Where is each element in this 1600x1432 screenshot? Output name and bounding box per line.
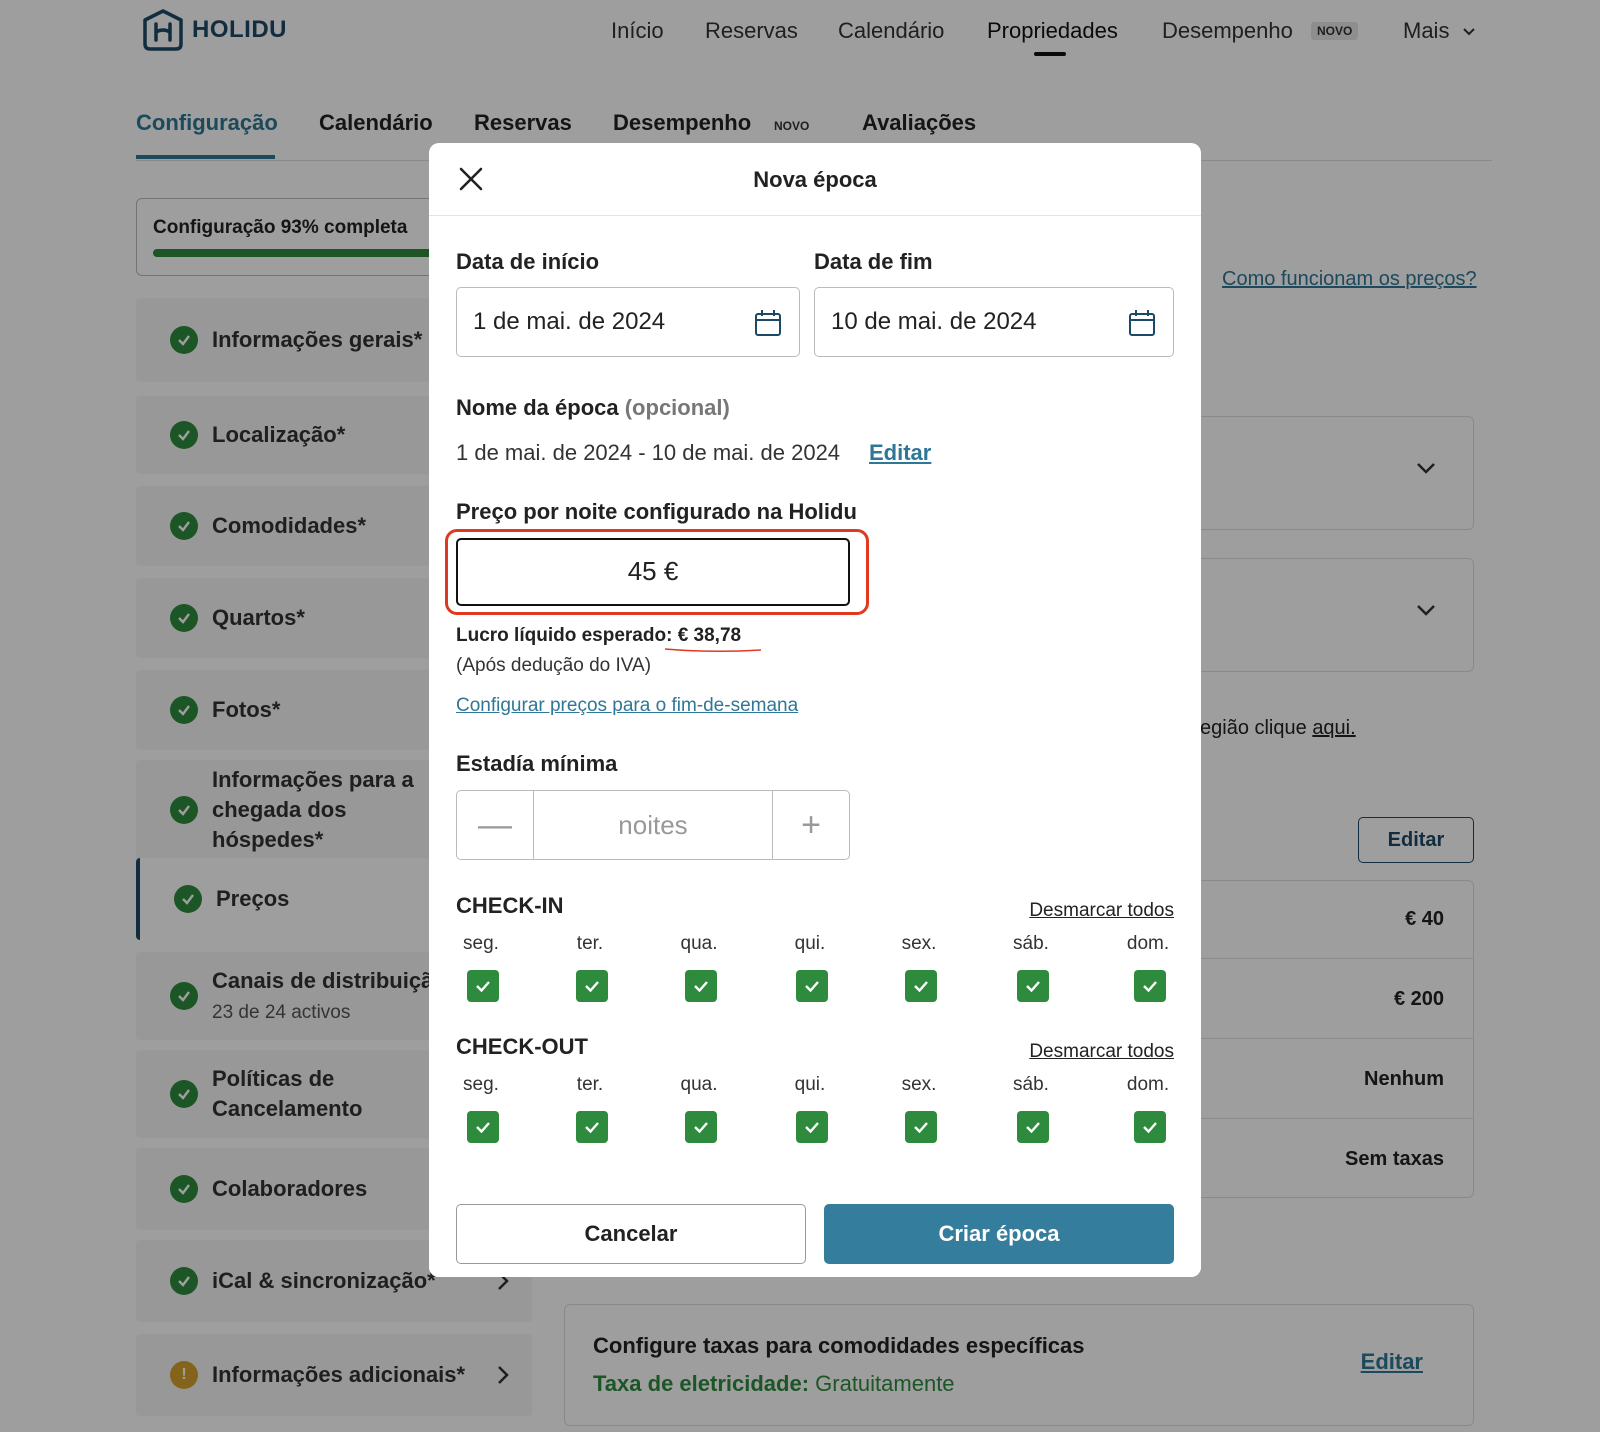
checkin-day-label: qua. (680, 933, 718, 954)
checkmark-icon (914, 1122, 928, 1134)
checkout-uncheck-all-link[interactable]: Desmarcar todos (1029, 1041, 1174, 1063)
checkin-day-label: ter. (576, 933, 604, 954)
checkout-day-checkbox[interactable] (796, 1111, 828, 1143)
checkmark-icon (1026, 981, 1040, 993)
end-date-value: 10 de mai. de 2024 (831, 308, 1037, 335)
min-stay-input[interactable]: noites (533, 791, 773, 859)
new-season-modal: Nova época Data de início Data de fim 1 … (429, 143, 1201, 1277)
checkin-day-checkbox[interactable] (467, 970, 499, 1002)
expected-profit-label: Lucro líquido esperado: (456, 625, 673, 646)
checkout-day-label: qui. (794, 1074, 826, 1095)
checkmark-icon (694, 981, 708, 993)
checkin-title: CHECK-IN (456, 893, 564, 918)
cancel-button[interactable]: Cancelar (456, 1204, 806, 1264)
checkin-day-label: qui. (794, 933, 826, 954)
season-name-optional: (opcional) (624, 395, 730, 420)
start-date-field[interactable]: 1 de mai. de 2024 (456, 287, 800, 357)
modal-title: Nova época (753, 167, 877, 192)
start-date-value: 1 de mai. de 2024 (473, 308, 666, 335)
checkmark-icon (476, 981, 490, 993)
min-stay-label: Estadía mínima (456, 751, 618, 776)
checkmark-icon (585, 1122, 599, 1134)
checkmark-icon (694, 1122, 708, 1134)
create-season-button[interactable]: Criar época (824, 1204, 1174, 1264)
checkout-day-checkbox[interactable] (467, 1111, 499, 1143)
min-stay-stepper: — noites + (456, 790, 850, 860)
profit-underline-annotation (664, 648, 762, 653)
checkin-day-checkbox[interactable] (905, 970, 937, 1002)
checkmark-icon (1143, 981, 1157, 993)
price-label: Preço por noite configurado na Holidu (456, 499, 857, 524)
checkin-day-label: sex. (901, 933, 937, 954)
start-date-label: Data de início (456, 249, 600, 274)
decrement-button[interactable]: — (457, 791, 533, 859)
checkmark-icon (805, 1122, 819, 1134)
checkout-day-label: seg. (463, 1074, 499, 1095)
vat-note: (Após dedução do IVA) (456, 655, 652, 676)
season-name-value: 1 de mai. de 2024 - 10 de mai. de 2024 (456, 440, 841, 465)
modal-header: Nova época (429, 143, 1201, 216)
checkout-day-label: sáb. (1013, 1074, 1049, 1095)
expected-profit: Lucro líquido esperado: € 38,78 (456, 625, 741, 647)
calendar-icon[interactable] (753, 308, 783, 338)
calendar-icon[interactable] (1127, 308, 1157, 338)
expected-profit-value: € 38,78 (677, 625, 742, 646)
end-date-field[interactable]: 10 de mai. de 2024 (814, 287, 1174, 357)
checkout-day-checkbox[interactable] (576, 1111, 608, 1143)
checkin-day-checkbox[interactable] (576, 970, 608, 1002)
checkmark-icon (1143, 1122, 1157, 1134)
checkmark-icon (914, 981, 928, 993)
checkin-day-checkbox[interactable] (796, 970, 828, 1002)
checkout-day-checkbox[interactable] (1134, 1111, 1166, 1143)
checkin-day-checkbox[interactable] (1017, 970, 1049, 1002)
checkin-day-checkbox[interactable] (1134, 970, 1166, 1002)
checkout-day-checkbox[interactable] (905, 1111, 937, 1143)
checkout-day-checkbox[interactable] (685, 1111, 717, 1143)
checkin-day-label: seg. (463, 933, 499, 954)
checkmark-icon (585, 981, 599, 993)
end-date-label: Data de fim (814, 249, 933, 274)
checkout-day-checkbox[interactable] (1017, 1111, 1049, 1143)
checkout-title: CHECK-OUT (456, 1034, 588, 1059)
season-name-edit-link[interactable]: Editar (869, 440, 931, 466)
season-name-label: Nome da época (opcional) (456, 395, 730, 421)
checkout-day-label: qua. (680, 1074, 718, 1095)
checkin-uncheck-all-link[interactable]: Desmarcar todos (1029, 900, 1174, 922)
checkout-day-label: sex. (901, 1074, 937, 1095)
increment-button[interactable]: + (773, 791, 849, 859)
checkmark-icon (476, 1122, 490, 1134)
price-per-night-input[interactable]: 45 € (456, 538, 850, 606)
season-name-label-text: Nome da época (456, 395, 619, 420)
checkout-day-label: dom. (1126, 1074, 1170, 1095)
checkin-day-label: dom. (1126, 933, 1170, 954)
checkin-day-label: sáb. (1013, 933, 1049, 954)
checkmark-icon (1026, 1122, 1040, 1134)
checkin-day-checkbox[interactable] (685, 970, 717, 1002)
weekend-prices-link[interactable]: Configurar preços para o fim-de-semana (456, 695, 798, 717)
checkmark-icon (805, 981, 819, 993)
checkout-day-label: ter. (576, 1074, 604, 1095)
